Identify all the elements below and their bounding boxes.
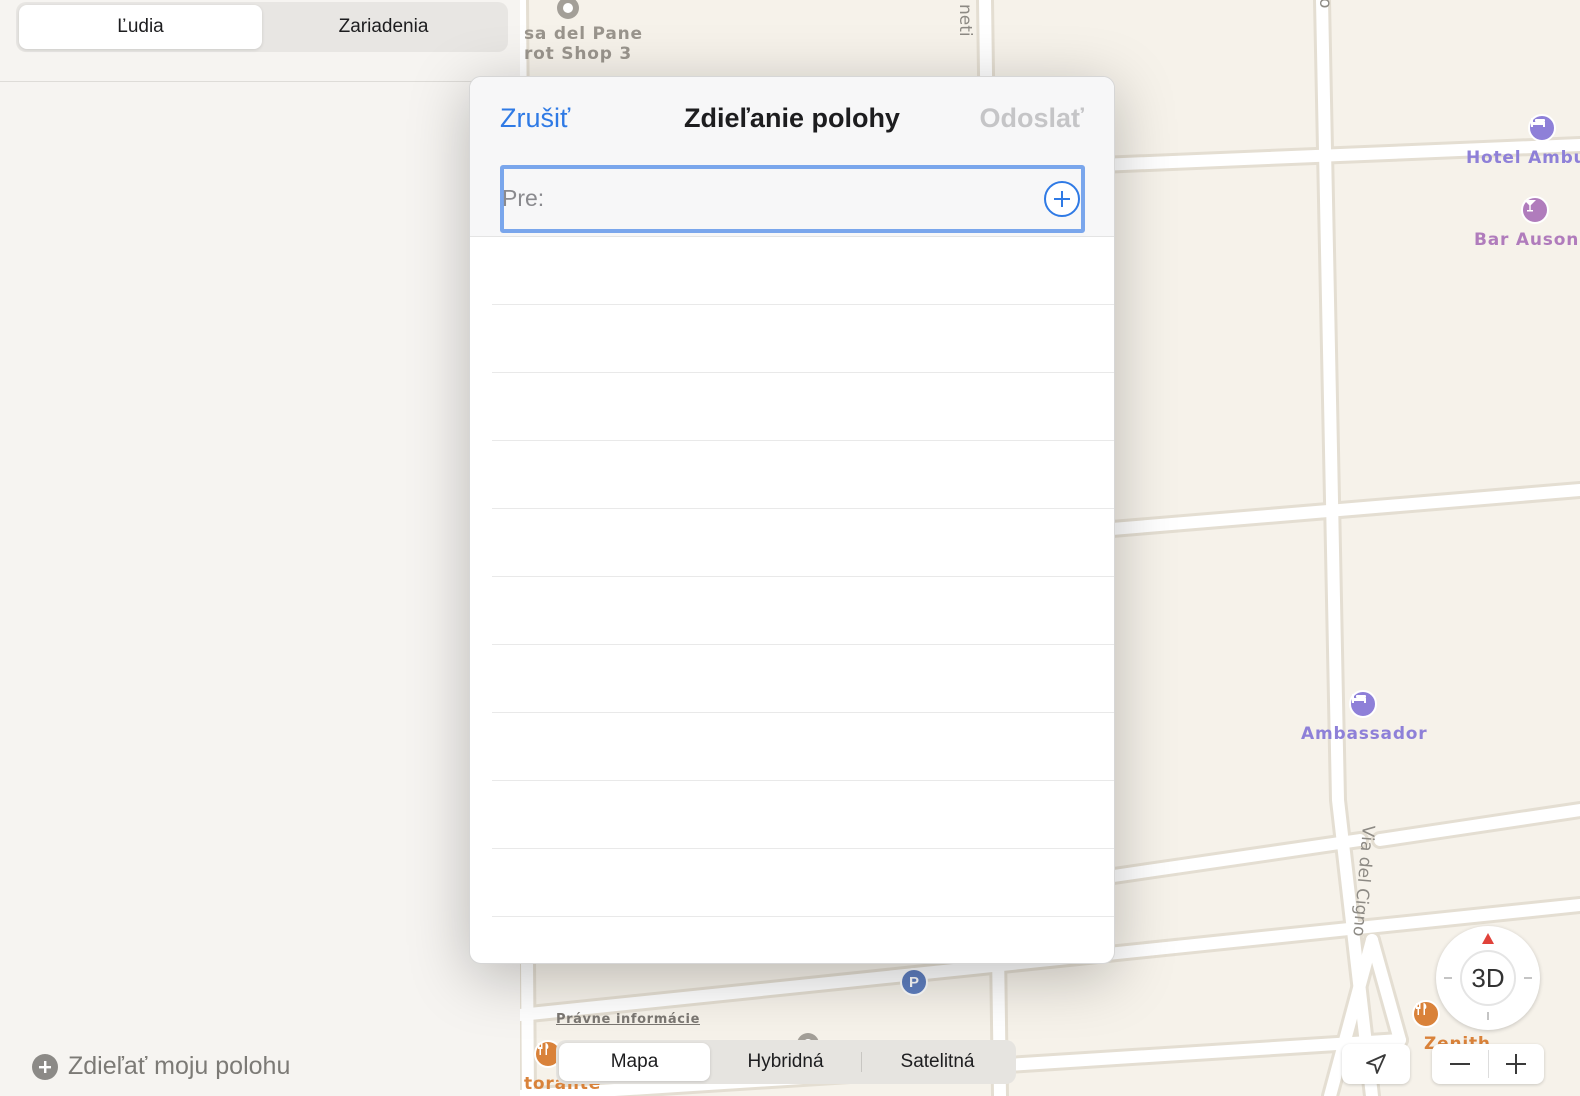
- map-type-hybrid[interactable]: Hybridná: [710, 1043, 861, 1081]
- map-poi-label[interactable]: sa del Pane: [524, 24, 643, 44]
- list-item: [492, 577, 1114, 645]
- share-location-dialog: Zrušiť Zdieľanie polohy Odoslať Pre:: [469, 76, 1115, 964]
- share-my-location-label: Zdieľať moju polohu: [68, 1052, 291, 1080]
- minus-icon: [1449, 1063, 1470, 1065]
- list-item: [492, 237, 1114, 305]
- compass-tick: [1524, 977, 1532, 979]
- recipient-suggestions-list: [492, 237, 1114, 917]
- list-item: [492, 781, 1114, 849]
- street-label: neti: [955, 4, 975, 37]
- map-type-standard[interactable]: Mapa: [559, 1043, 710, 1081]
- recipient-input[interactable]: [548, 179, 1018, 219]
- map-type-satellite[interactable]: Satelitná: [862, 1043, 1013, 1081]
- list-item: [492, 373, 1114, 441]
- dialog-header: Zrušiť Zdieľanie polohy Odoslať Pre:: [470, 77, 1114, 237]
- send-button[interactable]: Odoslať: [980, 103, 1084, 134]
- current-location-button[interactable]: [1342, 1044, 1410, 1084]
- list-item: [492, 441, 1114, 509]
- zoom-in-button[interactable]: [1489, 1044, 1545, 1084]
- parking-icon[interactable]: P: [900, 968, 928, 996]
- share-my-location-button[interactable]: Zdieľať moju polohu: [32, 1052, 290, 1081]
- compass-tick: [1444, 977, 1452, 979]
- tab-people[interactable]: Ľudia: [19, 5, 262, 49]
- location-arrow-icon: [1366, 1054, 1386, 1074]
- map-poi-label[interactable]: Bar Ausoni: [1474, 230, 1580, 250]
- recipient-label: Pre:: [502, 185, 545, 211]
- plus-icon: [1054, 191, 1070, 207]
- add-recipient-button[interactable]: [1044, 181, 1080, 217]
- map-type-segmented-control: Mapa Hybridná Satelitná: [556, 1040, 1016, 1084]
- bar-icon[interactable]: [1521, 196, 1549, 224]
- zoom-control: [1432, 1044, 1544, 1084]
- compass-control[interactable]: 3D: [1436, 926, 1540, 1030]
- plus-circle-icon: [32, 1053, 58, 1080]
- list-item: [492, 645, 1114, 713]
- recipient-field[interactable]: Pre:: [500, 165, 1085, 233]
- list-item: [492, 305, 1114, 373]
- street-label: o: [1315, 0, 1335, 9]
- map-poi-label[interactable]: Hotel Ambu: [1466, 148, 1580, 168]
- sidebar: Ľudia Zariadenia Zdieľať moju polohu: [0, 0, 520, 1096]
- compass-tick: [1487, 1012, 1489, 1020]
- 3d-toggle-button[interactable]: 3D: [1460, 950, 1516, 1006]
- list-item: [492, 849, 1114, 917]
- legal-link[interactable]: Právne informácie: [556, 1012, 700, 1027]
- north-indicator-icon: [1482, 933, 1494, 944]
- tab-devices[interactable]: Zariadenia: [262, 5, 505, 49]
- sidebar-header: Ľudia Zariadenia: [0, 0, 520, 82]
- list-item: [492, 713, 1114, 781]
- map-pin-icon: [557, 0, 579, 19]
- map-poi-label[interactable]: rot Shop 3: [524, 44, 632, 64]
- hotel-icon[interactable]: [1349, 690, 1377, 718]
- hotel-icon[interactable]: [1528, 114, 1556, 142]
- restaurant-icon[interactable]: [1412, 1000, 1440, 1028]
- zoom-out-button[interactable]: [1432, 1044, 1488, 1084]
- people-devices-segmented-control: Ľudia Zariadenia: [16, 2, 508, 52]
- plus-icon: [1506, 1054, 1527, 1074]
- list-item: [492, 509, 1114, 577]
- map-poi-label[interactable]: Ambassador: [1301, 724, 1427, 744]
